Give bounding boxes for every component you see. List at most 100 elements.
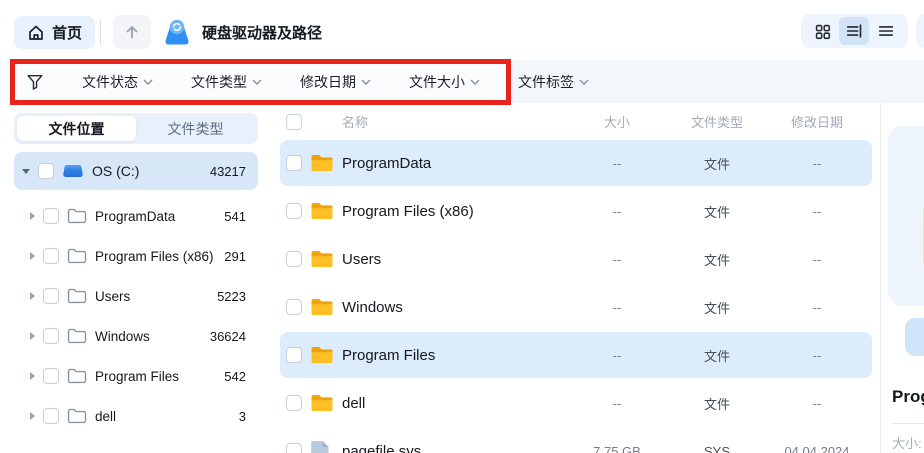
- tree-item-os-c[interactable]: OS (C:) 43217: [14, 152, 258, 190]
- caret-right-icon[interactable]: [30, 412, 35, 420]
- select-all-checkbox[interactable]: [286, 113, 302, 130]
- column-header-name[interactable]: 名称: [342, 112, 562, 131]
- checkbox[interactable]: [286, 347, 302, 363]
- navigate-up-button[interactable]: [113, 15, 151, 49]
- table-row[interactable]: Users -- 文件 --: [280, 236, 872, 282]
- checkbox[interactable]: [38, 163, 54, 179]
- checkbox[interactable]: [286, 299, 302, 315]
- filter-bar: 文件状态 文件类型 修改日期 文件大小 文件标签: [0, 60, 924, 103]
- filter-file-type[interactable]: 文件类型: [191, 72, 262, 92]
- file-name: Windows: [342, 298, 403, 316]
- file-size: 7.75 GB: [593, 443, 641, 453]
- folder-icon: [310, 297, 334, 317]
- tree-item-count: 542: [224, 368, 246, 384]
- file-name: ProgramData: [342, 154, 432, 172]
- file-type: 文件: [703, 156, 730, 172]
- checkbox[interactable]: [43, 368, 59, 384]
- tree-item-program-files-x86[interactable]: Program Files (x86) 291: [14, 236, 258, 276]
- file-icon: [310, 440, 334, 453]
- filter-funnel-icon[interactable]: [26, 73, 44, 91]
- home-button[interactable]: 首页: [14, 16, 96, 49]
- folder-icon: [310, 153, 334, 173]
- filter-label: 修改日期: [300, 73, 356, 90]
- disk-drive-icon: [63, 165, 83, 177]
- caret-right-icon[interactable]: [30, 252, 35, 260]
- home-label: 首页: [52, 25, 83, 42]
- table-row[interactable]: Windows -- 文件 --: [280, 284, 872, 330]
- tree-item-users[interactable]: Users 5223: [14, 276, 258, 316]
- app-window: 首页 硬盘驱动器及路径 文件状态 文件类型 修改日期 文件大小 文件标签 文件位…: [0, 0, 924, 453]
- list-view-button[interactable]: [871, 17, 901, 45]
- file-size: --: [612, 299, 622, 315]
- filter-modified-date[interactable]: 修改日期: [300, 72, 371, 92]
- table-header-row: 名称 大小 文件类型 修改日期: [280, 103, 872, 140]
- drive-icon: [160, 15, 194, 49]
- file-name: Program Files: [342, 346, 436, 364]
- file-date: --: [812, 155, 822, 171]
- caret-down-icon[interactable]: [22, 168, 30, 174]
- tree-item-label: Users: [95, 288, 131, 304]
- page-title: 硬盘驱动器及路径: [202, 25, 323, 42]
- preview-card: [888, 126, 924, 306]
- detail-panel: ProgramData 大小:: [881, 103, 924, 453]
- caret-right-icon[interactable]: [30, 332, 35, 340]
- tab-file-location[interactable]: 文件位置: [17, 116, 136, 141]
- tree-item-dell[interactable]: dell 3: [14, 396, 258, 436]
- filter-file-status[interactable]: 文件状态: [82, 72, 153, 92]
- file-type: 文件: [703, 348, 730, 364]
- table-row[interactable]: pagefile.sys 7.75 GB SYS 04.04.2024: [280, 428, 872, 453]
- caret-right-icon[interactable]: [30, 292, 35, 300]
- tree-item-label: Program Files: [95, 368, 180, 384]
- grid-view-button[interactable]: [808, 17, 838, 45]
- file-size: --: [612, 203, 622, 219]
- file-type: 文件: [703, 300, 730, 316]
- partial-button-group[interactable]: [916, 14, 924, 48]
- file-date: --: [812, 347, 822, 363]
- folder-outline-icon: [67, 208, 87, 224]
- table-row[interactable]: dell -- 文件 --: [280, 380, 872, 426]
- file-name: Program Files (x86): [342, 202, 474, 220]
- tree-item-windows[interactable]: Windows 36624: [14, 316, 258, 356]
- table-row[interactable]: Program Files (x86) -- 文件 --: [280, 188, 872, 234]
- checkbox[interactable]: [43, 248, 59, 264]
- checkbox[interactable]: [43, 408, 59, 424]
- table-row[interactable]: ProgramData -- 文件 --: [280, 140, 872, 186]
- checkbox[interactable]: [286, 443, 302, 453]
- caret-right-icon[interactable]: [30, 212, 35, 220]
- filter-file-tag[interactable]: 文件标签: [518, 72, 589, 92]
- table-row[interactable]: Program Files -- 文件 --: [280, 332, 872, 378]
- tree-item-count: 3: [238, 408, 246, 424]
- checkbox[interactable]: [286, 203, 302, 219]
- column-header-date[interactable]: 修改日期: [762, 112, 872, 131]
- checkbox[interactable]: [43, 328, 59, 344]
- chevron-down-icon: [143, 78, 153, 85]
- column-header-type[interactable]: 文件类型: [672, 112, 762, 131]
- file-name: pagefile.sys: [342, 442, 422, 453]
- tree-item-count: 5223: [217, 288, 246, 304]
- filter-file-size[interactable]: 文件大小: [409, 72, 480, 92]
- file-date: --: [812, 251, 822, 267]
- detail-list-view-button[interactable]: [839, 17, 870, 45]
- file-date: 04.04.2024: [784, 443, 850, 453]
- tree-item-label: OS (C:): [92, 163, 140, 179]
- column-header-size[interactable]: 大小: [562, 112, 672, 131]
- tree-item-count: 541: [224, 208, 246, 224]
- detail-list-view-icon: [847, 24, 862, 38]
- tree-item-program-files[interactable]: Program Files 542: [14, 356, 258, 396]
- tree-item-count: 36624: [209, 328, 246, 344]
- detail-size-label: 大小:: [892, 436, 922, 451]
- caret-right-icon[interactable]: [30, 372, 35, 380]
- checkbox[interactable]: [286, 395, 302, 411]
- checkbox[interactable]: [286, 155, 302, 171]
- sidebar: 文件位置 文件类型 OS (C:) 43217 ProgramData 541: [0, 103, 272, 453]
- checkbox[interactable]: [286, 251, 302, 267]
- chevron-down-icon: [252, 78, 262, 85]
- file-type: 文件: [703, 204, 730, 220]
- file-size: --: [612, 347, 622, 363]
- tab-file-type[interactable]: 文件类型: [136, 116, 255, 141]
- checkbox[interactable]: [43, 208, 59, 224]
- recover-button[interactable]: [905, 318, 924, 356]
- folder-icon: [310, 201, 334, 221]
- tree-item-programdata[interactable]: ProgramData 541: [14, 196, 258, 236]
- checkbox[interactable]: [43, 288, 59, 304]
